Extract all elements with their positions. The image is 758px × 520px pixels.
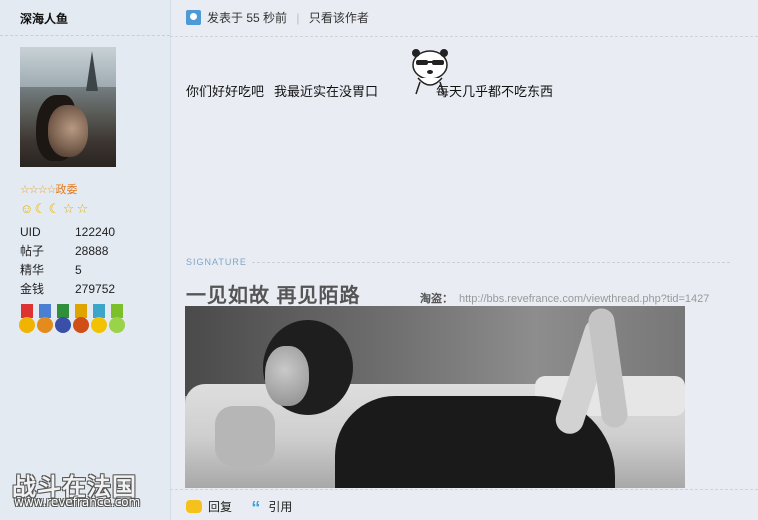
- rank-title: 政委: [55, 184, 78, 196]
- medal-ribbon: [39, 304, 51, 318]
- quote-button[interactable]: 引用: [268, 500, 292, 514]
- stat-row-posts: 帖子 28888: [20, 244, 115, 263]
- stat-row-money: 金钱 279752: [20, 282, 115, 301]
- posted-time: 55 秒前: [246, 11, 288, 25]
- signature-title: 一见如故 再见陌路: [186, 285, 361, 307]
- avatar-sky: [20, 47, 116, 87]
- quote-icon[interactable]: “: [251, 498, 260, 518]
- eiffel-tower-shape: [86, 51, 98, 91]
- post-meta: 发表于 55 秒前 | 只看该作者: [186, 8, 369, 28]
- reply-button[interactable]: 回复: [208, 500, 232, 514]
- post-message: 你们好好吃吧 我最近实在没胃口 每天几乎都不吃东西: [186, 84, 553, 100]
- medal-icon[interactable]: [72, 304, 90, 338]
- message-text: 你们好好吃吧: [186, 84, 265, 99]
- user-icon: [186, 10, 201, 25]
- medal-ribbon: [57, 304, 69, 318]
- moon-icon: ☾: [48, 201, 61, 216]
- stat-label: 帖子: [20, 244, 45, 258]
- reply-icon[interactable]: [186, 500, 202, 513]
- message-text: 每天几乎都不吃东西: [436, 84, 554, 99]
- medal-icon[interactable]: [36, 304, 54, 338]
- signature-link-line: 淘盗： http://bbs.revefrance.com/viewthread.…: [420, 290, 709, 306]
- medal-ribbon: [75, 304, 87, 318]
- post-actions: 回复 “ 引用: [186, 498, 292, 518]
- medal-ribbon: [93, 304, 105, 318]
- signature-label: SIGNATURE: [186, 257, 247, 267]
- only-author-link[interactable]: 只看该作者: [309, 11, 369, 25]
- panda-emoticon-icon: [412, 49, 448, 95]
- medal-disc: [55, 317, 71, 333]
- star-icon: ☆: [62, 201, 75, 216]
- medal-icon[interactable]: [54, 304, 72, 338]
- divider: [170, 36, 758, 37]
- stat-label: 精华: [20, 263, 45, 277]
- medal-disc: [73, 317, 89, 333]
- signature-divider: [252, 262, 730, 263]
- divider: [170, 489, 758, 490]
- medal-icon[interactable]: [18, 304, 36, 338]
- posted-prefix: 发表于: [207, 11, 244, 25]
- watermark-url: www.revefrance.com: [14, 495, 141, 509]
- star-icon: ☆: [76, 201, 89, 216]
- site-watermark: 战斗在法国 www.revefrance.com: [10, 467, 150, 515]
- level-icons: ☺☾ ☾ ☆ ☆: [20, 202, 90, 216]
- author-stats: UID 122240 帖子 28888 精华 5 金钱 279752: [20, 225, 115, 301]
- medal-disc: [109, 317, 125, 333]
- medal-disc: [37, 317, 53, 333]
- sun-icon: ☺: [20, 201, 34, 216]
- avatar-face: [48, 105, 88, 157]
- rank-stars: ☆☆☆☆: [20, 184, 56, 196]
- stat-value: 122240: [75, 225, 116, 239]
- author-profile-panel: 深海人鱼 ☆☆☆☆政委 ☺☾ ☾ ☆ ☆ UID 122240 帖子 28888 精华 5 …: [0, 0, 171, 520]
- stat-value: 5: [75, 263, 82, 277]
- signature-link[interactable]: http://bbs.revefrance.com/viewthread.php…: [459, 293, 709, 305]
- divider: [0, 35, 170, 36]
- avatar[interactable]: [20, 47, 116, 167]
- meta-separator: |: [296, 11, 300, 25]
- stat-value: 279752: [75, 282, 116, 296]
- signature-image: [185, 306, 685, 488]
- medal-ribbon: [21, 304, 33, 318]
- medal-icon[interactable]: [108, 304, 126, 338]
- medal-row: [18, 304, 128, 340]
- rank-line: ☆☆☆☆政委: [20, 181, 77, 197]
- medal-disc: [91, 317, 107, 333]
- stat-row-digest: 精华 5: [20, 263, 115, 282]
- medal-ribbon: [111, 304, 123, 318]
- medal-disc: [19, 317, 35, 333]
- signature-link-label: 淘盗：: [420, 293, 453, 305]
- message-text: 我最近实在没胃口: [274, 84, 379, 99]
- stat-label: UID: [20, 225, 41, 239]
- photo-face: [265, 346, 309, 406]
- moon-icon: ☾: [34, 201, 47, 216]
- stat-label: 金钱: [20, 282, 45, 296]
- stat-row-uid: UID 122240: [20, 225, 115, 244]
- medal-icon[interactable]: [90, 304, 108, 338]
- author-username[interactable]: 深海人鱼: [20, 10, 68, 27]
- stat-value: 28888: [75, 244, 109, 258]
- photo-arm: [215, 406, 275, 466]
